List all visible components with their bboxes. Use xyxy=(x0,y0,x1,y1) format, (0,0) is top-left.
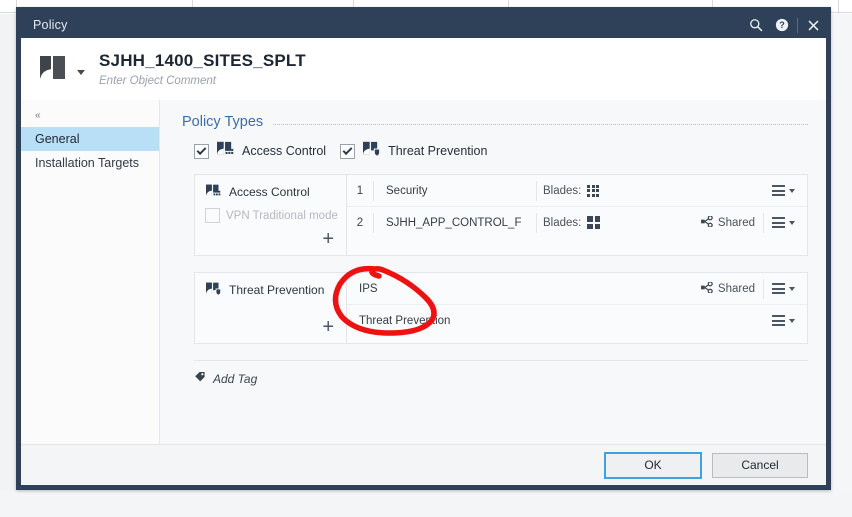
dialog-body: « General Installation Targets Policy Ty… xyxy=(21,100,826,444)
ok-button[interactable]: OK xyxy=(604,451,702,479)
object-comment-field[interactable]: Enter Object Comment xyxy=(99,75,306,87)
table-row[interactable]: Threat Prevention xyxy=(347,305,807,336)
access-control-checkbox[interactable] xyxy=(194,143,209,159)
share-icon xyxy=(700,214,713,230)
layer-name: Threat Prevention xyxy=(359,314,451,327)
section-title: Policy Types xyxy=(182,114,264,130)
object-header: SJHH_1400_SITES_SPLT Enter Object Commen… xyxy=(21,38,826,101)
threat-prevention-icon xyxy=(205,281,222,299)
section-rule xyxy=(273,124,808,126)
search-icon[interactable] xyxy=(743,12,769,38)
sidebar-item-label: Installation Targets xyxy=(35,156,139,170)
blades-label: Blades: xyxy=(543,184,582,197)
dialog-footer: OK Cancel xyxy=(21,444,826,485)
access-control-panel-left: Access Control VPN Traditional mode + xyxy=(195,175,347,255)
share-icon xyxy=(700,280,713,296)
add-tag-label: Add Tag xyxy=(213,371,258,386)
titlebar-divider xyxy=(797,17,798,33)
policy-book-icon xyxy=(35,49,71,90)
blades-grid-9-icon[interactable] xyxy=(587,184,600,197)
panel-title-label: Threat Prevention xyxy=(229,283,325,297)
dialog-titlebar: Policy ? xyxy=(21,12,826,38)
layer-name: IPS xyxy=(359,282,378,295)
policy-types-section-header: Policy Types xyxy=(182,114,808,130)
vpn-traditional-mode-option[interactable]: VPN Traditional mode xyxy=(205,208,340,223)
access-control-panel-title: Access Control xyxy=(205,183,340,201)
content-pane: Policy Types Access Control Threat Preve… xyxy=(160,100,826,444)
page-title: SJHH_1400_SITES_SPLT xyxy=(99,51,306,70)
access-control-icon xyxy=(205,183,222,201)
access-control-panel: Access Control VPN Traditional mode + 1 … xyxy=(194,174,808,256)
sidebar: « General Installation Targets xyxy=(21,100,160,444)
policy-book-icon-wrap[interactable] xyxy=(21,49,91,90)
vpn-traditional-mode-checkbox[interactable] xyxy=(205,208,220,223)
policy-type-checkbox-row: Access Control Threat Prevention xyxy=(194,140,808,162)
shared-label: Shared xyxy=(717,216,755,229)
access-control-layer-list: 1 Security Blades: 2 SJHH_APP_CONTROL_F … xyxy=(347,175,807,255)
row-number: 2 xyxy=(356,216,364,229)
row-menu-icon[interactable] xyxy=(764,283,807,294)
policy-dialog: Policy ? SJHH_1400_SITES_SPLT Enter Obje… xyxy=(16,7,831,490)
chevron-down-icon[interactable] xyxy=(77,70,85,75)
add-tag-button[interactable]: Add Tag xyxy=(194,371,808,386)
sidebar-item-label: General xyxy=(35,132,80,146)
policy-type-threat-prevention[interactable]: Threat Prevention xyxy=(340,140,487,162)
row-menu-icon[interactable] xyxy=(764,217,807,228)
cancel-button[interactable]: Cancel xyxy=(712,452,808,478)
threat-prevention-panel: Threat Prevention + IPS Shared Threat Pr… xyxy=(194,272,808,344)
shared-badge: Shared xyxy=(700,280,763,296)
tag-icon xyxy=(194,371,206,386)
shared-label: Shared xyxy=(717,282,755,295)
row-menu-icon[interactable] xyxy=(764,315,807,326)
help-icon[interactable]: ? xyxy=(769,12,795,38)
row-menu-icon[interactable] xyxy=(764,185,807,196)
add-access-control-layer-button[interactable]: + xyxy=(205,229,340,249)
background-left-strip xyxy=(0,14,16,517)
background-bottom-strip xyxy=(0,490,852,517)
threat-prevention-layer-list: IPS Shared Threat Prevention xyxy=(347,273,807,343)
layer-name: SJHH_APP_CONTROL_F xyxy=(386,216,522,229)
close-icon[interactable] xyxy=(800,12,826,38)
threat-prevention-checkbox[interactable] xyxy=(340,143,356,159)
sidebar-item-general[interactable]: General xyxy=(21,127,159,151)
table-row[interactable]: 2 SJHH_APP_CONTROL_F Blades: Shared xyxy=(347,207,807,238)
policy-type-label: Threat Prevention xyxy=(388,144,488,158)
row-number: 1 xyxy=(356,184,364,197)
blades-label: Blades: xyxy=(543,216,582,229)
policy-type-access-control[interactable]: Access Control xyxy=(194,140,326,162)
threat-prevention-icon xyxy=(362,140,381,162)
svg-text:?: ? xyxy=(779,20,784,30)
table-row[interactable]: IPS Shared xyxy=(347,273,807,305)
collapse-sidebar-icon[interactable]: « xyxy=(21,108,159,127)
sidebar-item-installation-targets[interactable]: Installation Targets xyxy=(21,151,159,175)
add-threat-prevention-layer-button[interactable]: + xyxy=(205,317,340,337)
table-row[interactable]: 1 Security Blades: xyxy=(347,175,807,207)
threat-prevention-panel-title: Threat Prevention xyxy=(205,281,340,299)
blades-cell: Blades: xyxy=(537,184,693,197)
shared-badge: Shared xyxy=(700,214,763,230)
policy-type-label: Access Control xyxy=(242,144,327,158)
dialog-title: Policy xyxy=(33,18,68,32)
vpn-traditional-mode-label: VPN Traditional mode xyxy=(226,209,338,222)
threat-prevention-panel-left: Threat Prevention + xyxy=(195,273,347,343)
tag-section-divider xyxy=(194,360,808,361)
layer-name: Security xyxy=(386,184,428,197)
access-control-icon xyxy=(216,140,235,162)
panel-title-label: Access Control xyxy=(229,185,310,199)
blades-grid-4-icon[interactable] xyxy=(587,216,601,229)
blades-cell: Blades: xyxy=(537,216,693,229)
